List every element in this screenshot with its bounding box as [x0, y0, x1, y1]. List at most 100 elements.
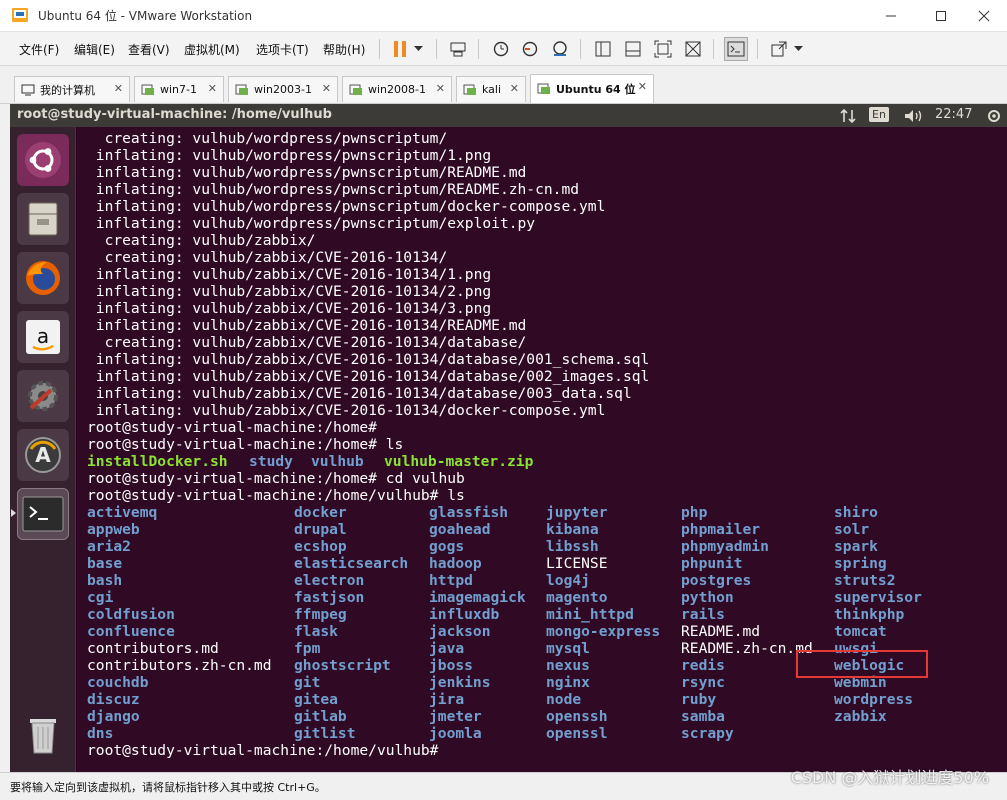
unity-button[interactable] [681, 37, 705, 61]
tab-close-icon[interactable]: ✕ [208, 82, 217, 95]
keyboard-icon [450, 42, 466, 57]
toolbar-separator [379, 39, 380, 59]
ls-entry: contributors.md [87, 640, 219, 657]
ls-entry: fastjson [294, 589, 365, 606]
terminal-line: root@study-virtual-machine:/home/vulhub#… [87, 487, 465, 504]
show-library-button[interactable] [591, 37, 615, 61]
ls-entry: jboss [429, 657, 473, 674]
clock[interactable]: 22:47 [935, 107, 972, 122]
ls-entry: postgres [681, 572, 752, 589]
stretch-button[interactable] [767, 37, 791, 61]
ls-entry: libssh [546, 538, 599, 555]
volume-icon[interactable] [903, 108, 925, 124]
tab-close-icon[interactable]: ✕ [114, 82, 123, 95]
menu-tabs[interactable]: 选项卡(T) [256, 41, 309, 58]
snapshot-manager-icon [553, 41, 567, 56]
tab-kali[interactable]: kali ✕ [456, 76, 526, 102]
ls-entry: zabbix [834, 708, 887, 725]
network-icon[interactable] [839, 108, 857, 124]
terminal-line: creating: vulhub/zabbix/ [87, 232, 316, 249]
close-icon [978, 10, 990, 22]
ls-entry: activemq [87, 504, 158, 521]
power-dropdown[interactable] [410, 37, 426, 61]
ls-entry: thinkphp [834, 606, 905, 623]
menu-edit[interactable]: 编辑(E) [74, 41, 115, 58]
launcher-dash[interactable] [17, 134, 69, 186]
ls-entry: drupal [294, 521, 347, 538]
ls-entry: discuz [87, 691, 140, 708]
terminal-line: root@study-virtual-machine:/home# ls [87, 436, 404, 453]
menu-file[interactable]: 文件(F) [19, 41, 59, 58]
launcher-terminal[interactable] [17, 488, 69, 540]
ls-entry: struts2 [834, 572, 896, 589]
launcher-firefox[interactable] [17, 252, 69, 304]
snapshot-icon [493, 41, 509, 57]
launcher-system-settings[interactable] [17, 370, 69, 422]
ls-entry: redis [681, 657, 725, 674]
launcher-software-updater[interactable]: A [17, 429, 69, 481]
terminal-line: creating: vulhub/zabbix/CVE-2016-10134/d… [87, 334, 527, 351]
thumbnail-bar-button[interactable] [621, 37, 645, 61]
tab-win2003-1[interactable]: win2003-1 ✕ [228, 76, 338, 102]
ls-entry: dns [87, 725, 114, 742]
ls-entry: jupyter [546, 504, 608, 521]
amazon-icon: a [26, 320, 60, 354]
terminal-line: root@study-virtual-machine:/home/vulhub# [87, 742, 439, 759]
tab-win7-1[interactable]: win7-1 ✕ [134, 76, 224, 102]
snapshot-button[interactable] [489, 37, 513, 61]
launcher-trash[interactable] [17, 709, 69, 761]
toolbar-separator [478, 39, 479, 59]
vmware-app-icon [12, 8, 28, 22]
ls-entry: httpd [429, 572, 473, 589]
ls-entry: phpmailer [681, 521, 761, 538]
ls-entry: coldfusion [87, 606, 175, 623]
console-view-button[interactable] [724, 37, 748, 61]
terminal-line: inflating: vulhub/wordpress/pwnscriptum/… [87, 198, 606, 215]
ls-entry: couchdb [87, 674, 149, 691]
revert-snapshot-button[interactable] [518, 37, 542, 61]
chevron-down-icon [413, 46, 423, 51]
menu-help[interactable]: 帮助(H) [323, 41, 365, 58]
terminal-line: root@study-virtual-machine:/home# [87, 419, 377, 436]
ls-entry: docker [294, 504, 347, 521]
tab-close-icon[interactable]: ✕ [510, 82, 519, 95]
vm-icon [463, 84, 476, 95]
full-screen-button[interactable] [651, 37, 675, 61]
tab-close-icon[interactable]: ✕ [436, 82, 445, 95]
ls-entry: installDocker.sh [87, 453, 228, 470]
launcher-amazon[interactable]: a [17, 311, 69, 363]
ls-entry: git [294, 674, 321, 691]
send-ctrl-alt-del-button[interactable] [446, 37, 470, 61]
close-button[interactable] [961, 0, 1007, 32]
ubuntu-logo-icon [25, 142, 61, 178]
menu-view[interactable]: 查看(V) [128, 41, 170, 58]
snapshot-manager-button[interactable] [548, 37, 572, 61]
pause-button[interactable] [388, 37, 412, 61]
toolbar-separator [580, 39, 581, 59]
power-gear-icon[interactable] [986, 108, 1002, 124]
terminal-line: inflating: vulhub/zabbix/CVE-2016-10134/… [87, 351, 650, 368]
ls-entry: nexus [546, 657, 590, 674]
tab-close-icon[interactable]: ✕ [322, 82, 331, 95]
unity-launcher: a A [10, 127, 76, 772]
minimize-button[interactable] [868, 0, 914, 32]
maximize-button[interactable] [918, 0, 964, 32]
launcher-files[interactable] [17, 193, 69, 245]
menu-vm[interactable]: 虚拟机(M) [184, 41, 240, 58]
tab-label: win2008-1 [368, 83, 426, 96]
tab-win2008-1[interactable]: win2008-1 ✕ [342, 76, 452, 102]
terminal-line: inflating: vulhub/zabbix/CVE-2016-10134/… [87, 300, 492, 317]
ls-entry: magento [546, 589, 608, 606]
tab-ubuntu-64[interactable]: Ubuntu 64 位 ✕ [530, 74, 654, 103]
terminal-cursor [448, 742, 457, 758]
tab-my-computer[interactable]: 我的计算机 ✕ [14, 76, 130, 102]
ls-entry: phpunit [681, 555, 743, 572]
keyboard-layout-indicator[interactable]: En [869, 107, 889, 122]
ls-entry: vulhub [311, 453, 364, 470]
ls-entry: openssh [546, 708, 608, 725]
ls-entry: aria2 [87, 538, 131, 555]
stretch-dropdown[interactable] [790, 37, 806, 61]
tab-close-icon[interactable]: ✕ [638, 80, 647, 93]
tab-label: 我的计算机 [40, 83, 95, 97]
ls-entry: mysql [546, 640, 590, 657]
